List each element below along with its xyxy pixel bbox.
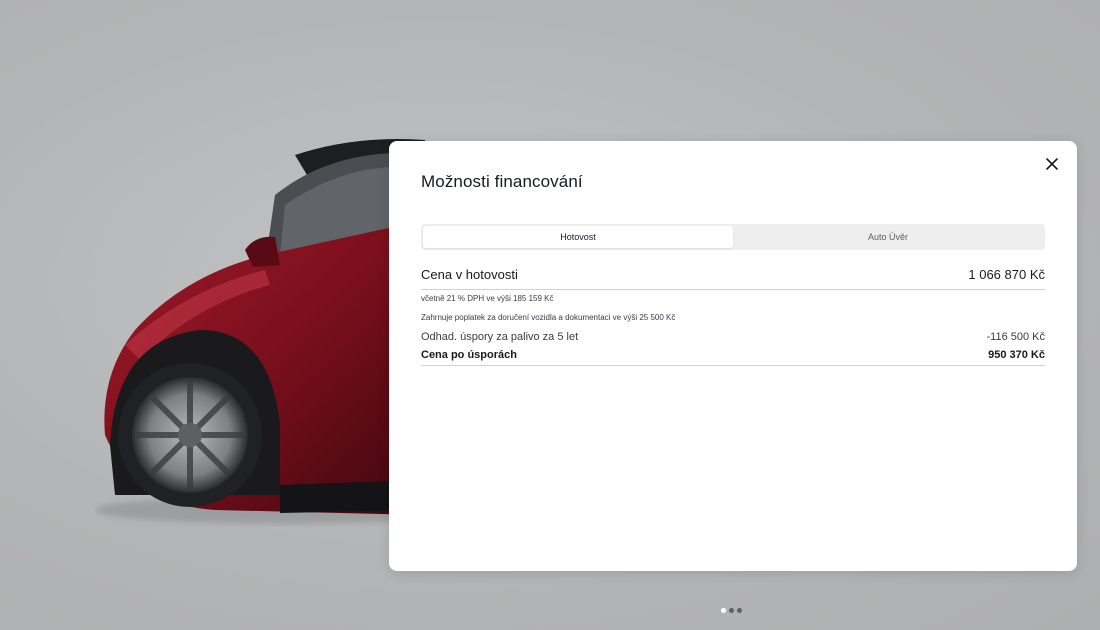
carousel-indicator: [721, 608, 742, 613]
tab-auto-loan[interactable]: Auto Úvěr: [733, 226, 1043, 248]
divider: [421, 289, 1045, 290]
modal-title: Možnosti financování: [421, 172, 583, 191]
price-after-savings-amount: 950 370 Kč: [988, 349, 1045, 361]
cash-price-label: Cena v hotovosti: [421, 267, 518, 282]
price-after-savings-row: Cena po úsporách 950 370 Kč: [421, 349, 1045, 361]
fuel-savings-label: Odhad. úspory za palivo za 5 let: [421, 331, 579, 343]
payment-tabs: Hotovost Auto Úvěr: [421, 224, 1045, 250]
carousel-dot[interactable]: [729, 608, 734, 613]
fuel-savings-amount: -116 500 Kč: [986, 331, 1045, 343]
financing-modal: Možnosti financování Hotovost Auto Úvěr …: [389, 141, 1077, 571]
carousel-dot[interactable]: [721, 608, 726, 613]
price-after-savings-label: Cena po úsporách: [421, 349, 517, 361]
tab-cash[interactable]: Hotovost: [423, 226, 733, 248]
cash-price-row: Cena v hotovosti 1 066 870 Kč: [421, 267, 1045, 282]
carousel-dot[interactable]: [737, 608, 742, 613]
fuel-savings-row: Odhad. úspory za palivo za 5 let -116 50…: [421, 331, 1045, 343]
close-icon[interactable]: [1043, 155, 1061, 173]
delivery-fee-note: Zahrnuje poplatek za doručení vozidla a …: [421, 313, 676, 322]
car-image: [95, 139, 425, 524]
divider: [421, 365, 1045, 366]
vat-note: včetně 21 % DPH ve výši 185 159 Kč: [421, 294, 554, 303]
cash-price-amount: 1 066 870 Kč: [968, 267, 1045, 282]
